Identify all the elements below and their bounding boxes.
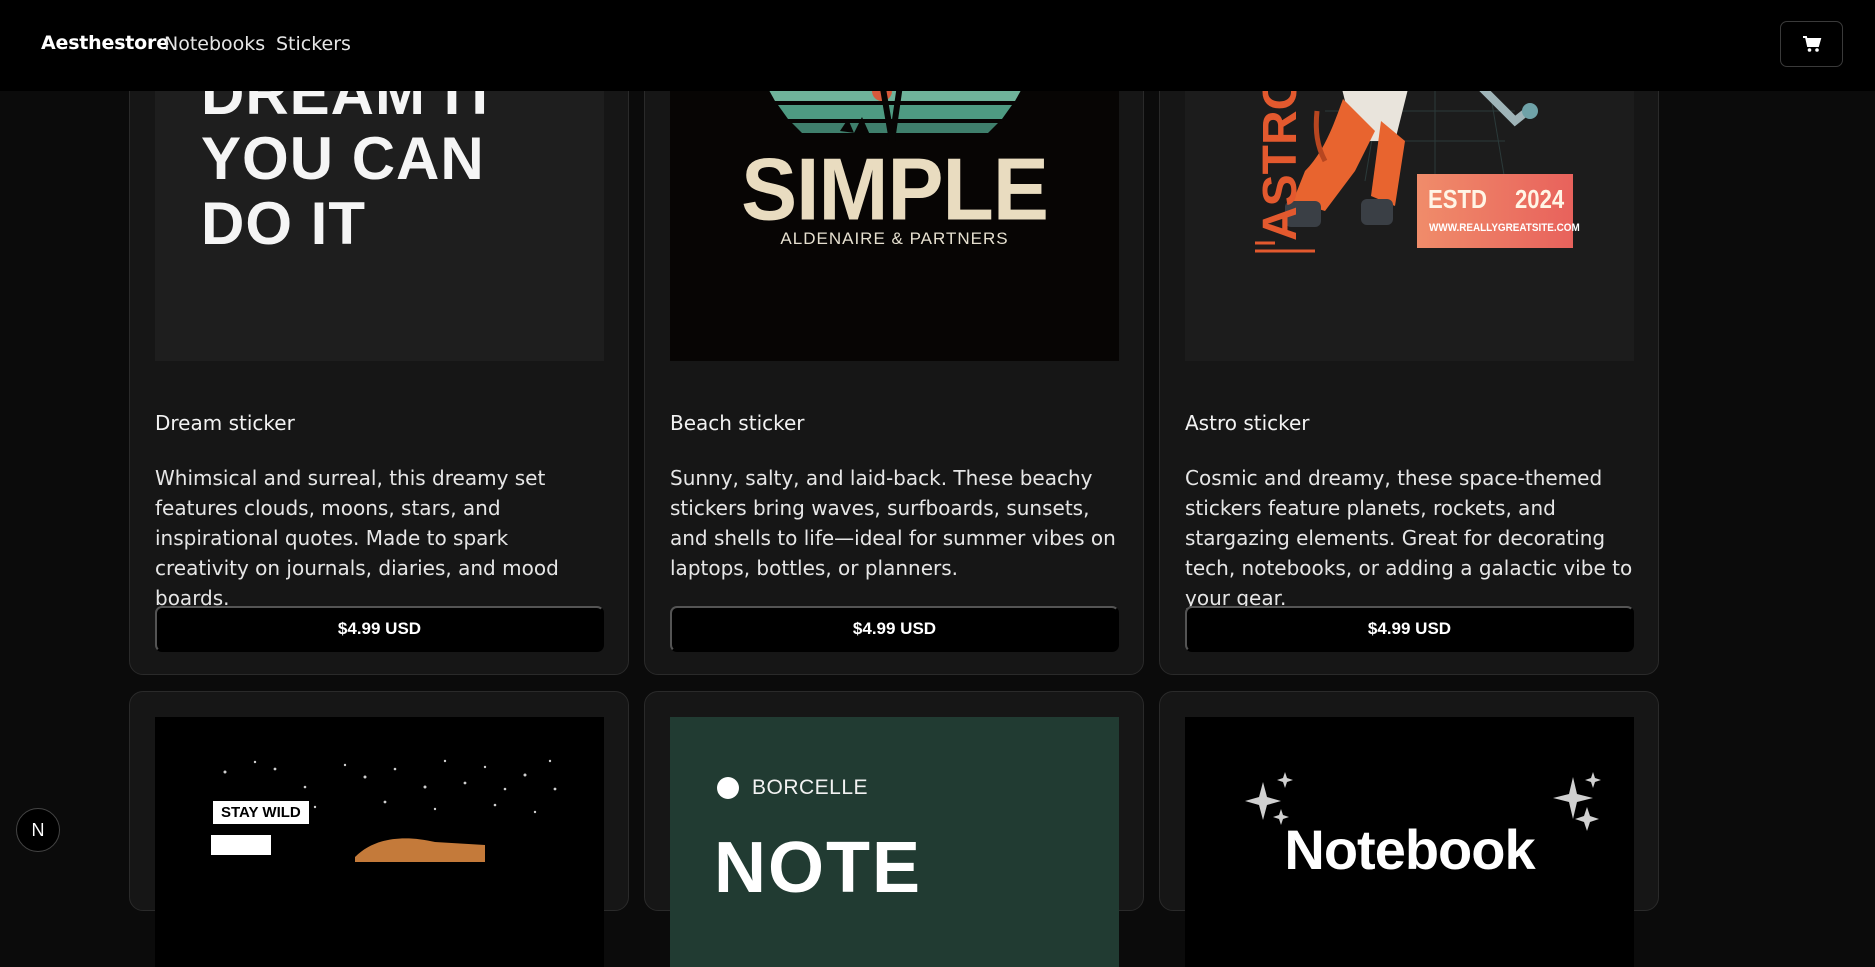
estd-url: WWW.REALLYGREATSITE.COM — [1429, 222, 1580, 234]
nav-link-stickers[interactable]: Stickers — [276, 33, 351, 55]
note-title-text: NOTE — [714, 828, 923, 908]
product-title[interactable]: Beach sticker — [670, 411, 805, 435]
estd-label: ESTD — [1428, 184, 1487, 214]
top-nav-bar: Aesthestore Notebooks Stickers — [0, 0, 1875, 91]
product-card-dream: DREAM IT YOU CAN DO IT Dream sticker Whi… — [129, 0, 629, 675]
starfield-graphic — [211, 759, 557, 862]
product-image-note[interactable]: BORCELLE NOTE — [670, 717, 1119, 967]
product-card-beach: SIMPLE ALDENAIRE & PARTNERS Beach sticke… — [644, 0, 1144, 675]
astro-side-text: ASTRO — [1254, 73, 1307, 241]
cart-button[interactable] — [1780, 21, 1843, 67]
product-image-stay-wild[interactable]: STAY WILD — [155, 717, 604, 967]
nav-link-notebooks[interactable]: Notebooks — [164, 33, 265, 55]
product-image-notebook[interactable]: Notebook — [1185, 717, 1634, 967]
next-dev-badge[interactable]: N — [16, 808, 60, 852]
circle-logo-icon — [717, 777, 739, 799]
note-brand-text: BORCELLE — [752, 776, 869, 799]
product-description: Sunny, salty, and laid-back. These beach… — [670, 466, 1116, 580]
price-button[interactable]: $4.99 USD — [1185, 606, 1634, 652]
estd-year: 2024 — [1515, 184, 1565, 214]
product-card-astro: ASTRO ESTD 2024 WWW.REALLYGREATSITE.COM … — [1159, 0, 1659, 675]
product-title[interactable]: Astro sticker — [1185, 411, 1310, 435]
cart-icon — [1802, 36, 1821, 52]
product-card-stay-wild: STAY WILD — [129, 691, 629, 967]
product-card-notebook: Notebook — [1159, 691, 1659, 967]
product-card-note: BORCELLE NOTE — [644, 691, 1144, 967]
product-title[interactable]: Dream sticker — [155, 411, 295, 435]
beach-art-title: SIMPLE — [741, 139, 1049, 239]
stay-wild-label: STAY WILD — [211, 799, 311, 826]
brand-link[interactable]: Aesthestore — [41, 32, 169, 54]
product-description: Whimsical and surreal, this dreamy set f… — [155, 466, 559, 610]
notebook-title-text: Notebook — [1284, 818, 1535, 881]
price-button[interactable]: $4.99 USD — [155, 606, 604, 652]
price-button[interactable]: $4.99 USD — [670, 606, 1119, 652]
product-description: Cosmic and dreamy, these space-themed st… — [1185, 466, 1633, 610]
beach-art-subtitle: ALDENAIRE & PARTNERS — [780, 229, 1009, 248]
